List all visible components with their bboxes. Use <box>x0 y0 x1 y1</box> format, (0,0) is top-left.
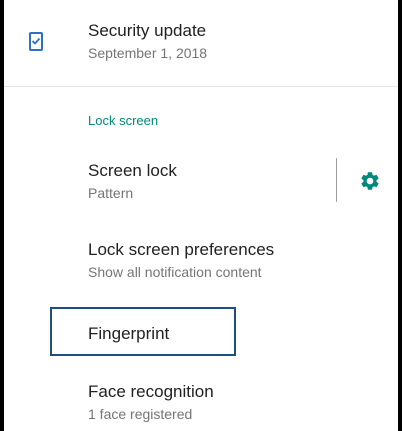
section-divider <box>4 86 398 87</box>
fingerprint-highlight-box <box>50 307 236 356</box>
security-update-title: Security update <box>88 21 207 40</box>
right-frame-border <box>398 0 402 431</box>
screen-lock-settings-button[interactable] <box>356 167 384 195</box>
security-update-subtitle: September 1, 2018 <box>88 45 208 61</box>
face-recognition-item[interactable]: Face recognition 1 face registered <box>4 368 398 431</box>
gear-icon <box>361 172 379 190</box>
security-update-item[interactable]: Security update September 1, 2018 <box>4 0 398 86</box>
screen-lock-subtitle: Pattern <box>88 185 134 201</box>
lock-screen-preferences-subtitle: Show all notification content <box>88 264 262 280</box>
lock-screen-section-header: Lock screen <box>88 113 159 128</box>
vertical-separator <box>336 158 337 202</box>
face-recognition-subtitle: 1 face registered <box>88 406 193 422</box>
phone-check-icon <box>29 32 43 51</box>
face-recognition-title: Face recognition <box>88 382 214 401</box>
screen-lock-title: Screen lock <box>88 161 177 180</box>
lock-screen-preferences-title: Lock screen preferences <box>88 240 275 259</box>
screen-lock-item[interactable]: Screen lock Pattern <box>4 145 398 215</box>
lock-screen-preferences-item[interactable]: Lock screen preferences Show all notific… <box>4 226 398 296</box>
